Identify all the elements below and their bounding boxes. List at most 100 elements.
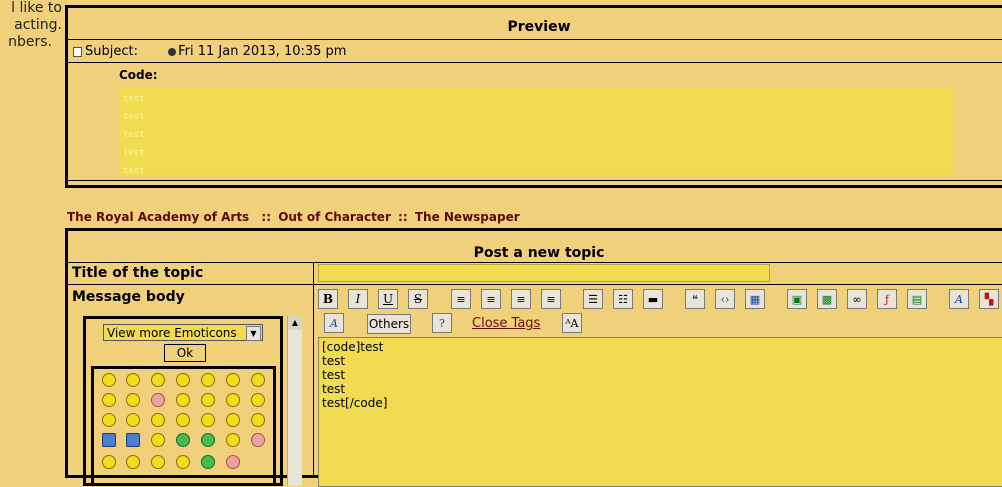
code-icon: ‹› bbox=[720, 293, 730, 306]
code-line: test bbox=[123, 112, 145, 122]
topic-title-input[interactable] bbox=[318, 264, 770, 282]
blush-icon[interactable] bbox=[151, 393, 165, 407]
strike-button[interactable]: S bbox=[408, 289, 428, 309]
cat-icon[interactable] bbox=[226, 455, 240, 469]
smile-icon[interactable] bbox=[176, 373, 190, 387]
surprised-icon[interactable] bbox=[102, 393, 116, 407]
flash-icon: ƒ bbox=[884, 293, 890, 306]
preview-divider bbox=[68, 62, 1002, 63]
cool-icon[interactable] bbox=[226, 373, 240, 387]
bold-button[interactable]: B bbox=[318, 289, 338, 309]
color-button[interactable]: ▚ bbox=[979, 289, 999, 309]
heart-smile-icon[interactable] bbox=[151, 433, 165, 447]
smile-icon[interactable] bbox=[102, 373, 116, 387]
laugh-icon[interactable] bbox=[251, 373, 265, 387]
clipped-line-2: acting. bbox=[14, 17, 62, 33]
confused-icon[interactable] bbox=[226, 413, 240, 427]
whistle-icon[interactable] bbox=[126, 455, 140, 469]
sick-icon[interactable] bbox=[176, 433, 190, 447]
align-right-icon: ≡ bbox=[516, 293, 526, 306]
star-icon[interactable] bbox=[102, 433, 116, 447]
others-button[interactable]: Others bbox=[367, 314, 411, 334]
skull-icon[interactable] bbox=[251, 413, 265, 427]
neutral-icon[interactable] bbox=[176, 393, 190, 407]
idea-icon[interactable] bbox=[176, 413, 190, 427]
question-icon[interactable] bbox=[151, 413, 165, 427]
alien-icon[interactable] bbox=[201, 455, 215, 469]
link-button[interactable]: ∞ bbox=[847, 289, 867, 309]
rolleyes-icon[interactable] bbox=[251, 393, 265, 407]
emoticon-grid bbox=[91, 366, 276, 486]
spoiler-button[interactable]: ▣ bbox=[787, 289, 807, 309]
justify-icon: ≡ bbox=[546, 293, 556, 306]
scroll-up-icon[interactable]: ▲ bbox=[288, 316, 302, 330]
clipped-left-text: l like to acting. nbers. bbox=[0, 0, 64, 51]
preview-meta: Subject: Fri 11 Jan 2013, 10:35 pm bbox=[73, 44, 346, 59]
image-button[interactable]: ▩ bbox=[817, 289, 837, 309]
bullet-list-icon: ☰ bbox=[588, 293, 598, 306]
align-center-button[interactable]: ≡ bbox=[481, 289, 501, 309]
grin-icon[interactable] bbox=[226, 433, 240, 447]
breadcrumb-forum-home[interactable]: The Royal Academy of Arts bbox=[67, 210, 249, 224]
font-size-button[interactable]: A bbox=[324, 313, 344, 333]
align-left-button[interactable]: ≡ bbox=[451, 289, 471, 309]
close-tags-link[interactable]: Close Tags bbox=[472, 316, 540, 331]
dizzy-icon[interactable] bbox=[201, 433, 215, 447]
align-center-icon: ≡ bbox=[486, 293, 496, 306]
justify-button[interactable]: ≡ bbox=[541, 289, 561, 309]
code-line: test bbox=[123, 130, 145, 140]
tongue-icon[interactable] bbox=[126, 393, 140, 407]
emoticon-scrollbar[interactable]: ▲ bbox=[287, 316, 302, 486]
table-button[interactable]: ▦ bbox=[745, 289, 765, 309]
bold-glyph: B bbox=[322, 292, 334, 306]
exclaim-icon[interactable] bbox=[126, 413, 140, 427]
underline-glyph: U bbox=[382, 292, 394, 306]
glasses-icon[interactable] bbox=[201, 373, 215, 387]
shocked-icon[interactable] bbox=[201, 413, 215, 427]
title-label: Title of the topic bbox=[72, 265, 204, 281]
twisted-icon[interactable] bbox=[226, 393, 240, 407]
flash-button[interactable]: ƒ bbox=[877, 289, 897, 309]
tongue-out-icon[interactable] bbox=[151, 455, 165, 469]
italic-glyph: I bbox=[355, 292, 361, 306]
clipped-line-1: l like to bbox=[11, 0, 62, 16]
help-button[interactable]: ? bbox=[432, 313, 452, 333]
numbered-list-button[interactable]: ☷ bbox=[613, 289, 633, 309]
emoticon-select[interactable]: View more Emoticons ▼ bbox=[103, 324, 263, 341]
code-line: test bbox=[123, 166, 145, 176]
breadcrumb-category[interactable]: Out of Character bbox=[278, 210, 391, 224]
evil-icon[interactable] bbox=[201, 393, 215, 407]
breadcrumb-subforum[interactable]: The Newspaper bbox=[415, 210, 520, 224]
preview-bottom-divider bbox=[68, 180, 1002, 181]
color-grid-icon: ▚ bbox=[984, 293, 994, 306]
smile-icon[interactable] bbox=[126, 373, 140, 387]
quote-button[interactable]: ❝ bbox=[685, 289, 705, 309]
ninja-icon[interactable] bbox=[126, 433, 140, 447]
video-button[interactable]: ▤ bbox=[907, 289, 927, 309]
form-header: Post a new topic bbox=[68, 238, 1002, 263]
breadcrumb-separator: :: bbox=[398, 210, 408, 224]
italic-button[interactable]: I bbox=[348, 289, 368, 309]
message-textarea[interactable]: [code]test test test test test[/code] bbox=[318, 337, 1002, 487]
image-icon: ▩ bbox=[821, 293, 833, 306]
wink-icon[interactable] bbox=[102, 455, 116, 469]
underline-button[interactable]: U bbox=[378, 289, 398, 309]
font-button[interactable]: A bbox=[949, 289, 969, 309]
sad-icon[interactable] bbox=[151, 373, 165, 387]
worried-icon[interactable] bbox=[176, 455, 190, 469]
message-label: Message body bbox=[72, 289, 185, 305]
align-left-icon: ≡ bbox=[456, 293, 466, 306]
text-size-button[interactable]: ᴬA bbox=[562, 313, 582, 333]
emoticon-ok-button[interactable]: Ok bbox=[164, 344, 206, 362]
bullet-list-button[interactable]: ☰ bbox=[583, 289, 603, 309]
hr-button[interactable]: ▬ bbox=[643, 289, 663, 309]
text-size-icon: ᴬA bbox=[565, 317, 579, 330]
kiss-icon[interactable] bbox=[251, 433, 265, 447]
font-icon: A bbox=[955, 293, 963, 306]
smile-icon[interactable] bbox=[102, 413, 116, 427]
code-button[interactable]: ‹› bbox=[715, 289, 735, 309]
align-right-button[interactable]: ≡ bbox=[511, 289, 531, 309]
breadcrumb: The Royal Academy of Arts :: Out of Char… bbox=[67, 210, 520, 224]
emoticon-select-value: View more Emoticons bbox=[107, 326, 237, 340]
video-icon: ▤ bbox=[911, 293, 923, 306]
